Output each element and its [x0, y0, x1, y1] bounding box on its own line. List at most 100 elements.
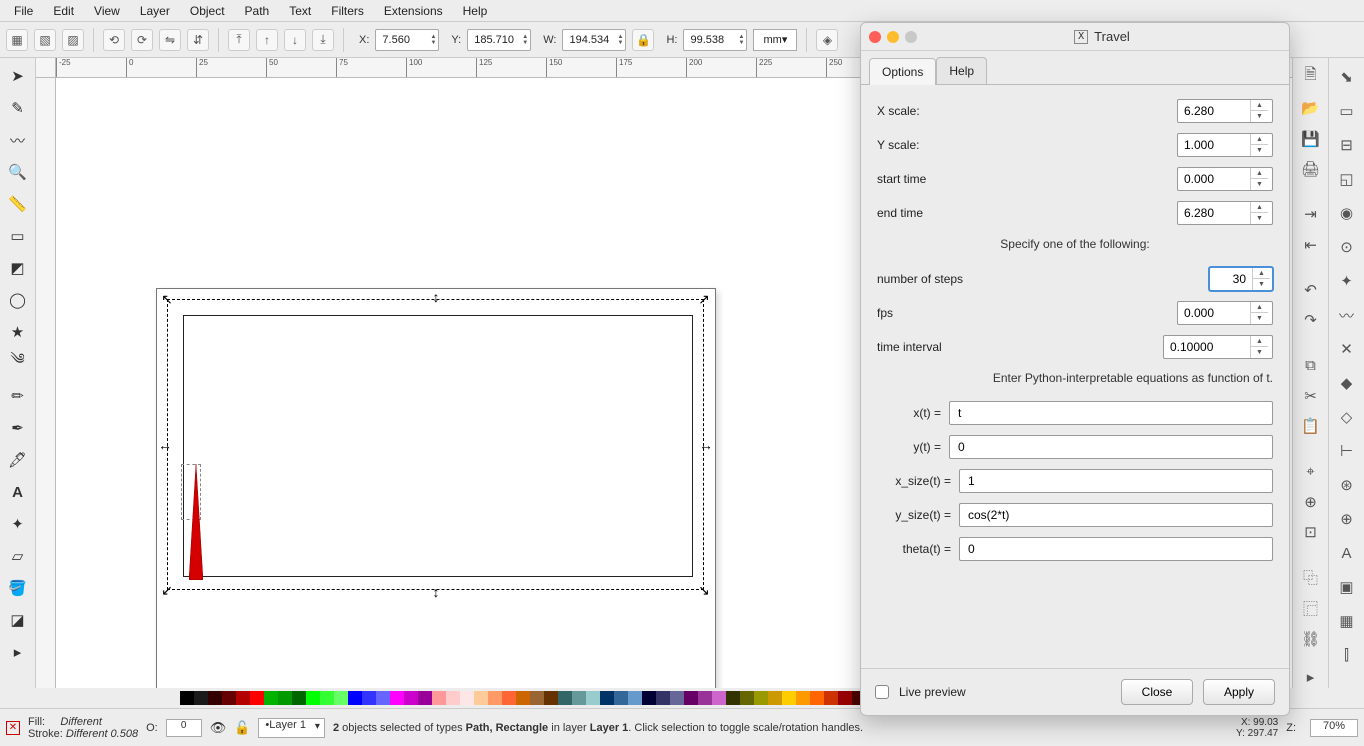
- rectangle-object[interactable]: [183, 315, 693, 577]
- fps-field[interactable]: ▲▼: [1177, 301, 1273, 325]
- snap-grid-icon[interactable]: ▦: [1334, 608, 1360, 634]
- swatch[interactable]: [810, 691, 824, 705]
- lower-bottom-icon[interactable]: ⤓: [312, 29, 334, 51]
- handle-e[interactable]: ↔: [700, 439, 712, 451]
- tweak-tool-icon[interactable]: 〰: [4, 126, 32, 154]
- swatch[interactable]: [614, 691, 628, 705]
- handle-n[interactable]: ↕: [430, 291, 442, 303]
- menu-text[interactable]: Text: [279, 2, 321, 20]
- handle-se[interactable]: ↘: [698, 584, 710, 596]
- raise-icon[interactable]: ↑: [256, 29, 278, 51]
- menu-object[interactable]: Object: [180, 2, 235, 20]
- handle-s[interactable]: ↕: [430, 586, 442, 598]
- fill-value[interactable]: Different: [60, 716, 102, 728]
- zoom-tool-icon[interactable]: 🔍: [4, 158, 32, 186]
- minimize-window-icon[interactable]: [887, 31, 899, 43]
- cut-icon[interactable]: ✂: [1298, 385, 1324, 407]
- spiral-tool-icon[interactable]: ༄: [4, 350, 32, 378]
- zoom-page-icon[interactable]: ⊡: [1298, 521, 1324, 543]
- swatch[interactable]: [292, 691, 306, 705]
- palette-swatches[interactable]: [180, 691, 880, 705]
- snap-line-mid-icon[interactable]: ⊢: [1334, 438, 1360, 464]
- layer-lock-icon[interactable]: 🔓: [234, 720, 250, 736]
- dialog-titlebar[interactable]: XTravel: [861, 23, 1289, 51]
- swatch[interactable]: [530, 691, 544, 705]
- swatch[interactable]: [488, 691, 502, 705]
- pencil-tool-icon[interactable]: ✏: [4, 382, 32, 410]
- start-time-field[interactable]: ▲▼: [1177, 167, 1273, 191]
- ysize-field[interactable]: [959, 503, 1273, 527]
- box3d-tool-icon[interactable]: ◩: [4, 254, 32, 282]
- snap-enable-icon[interactable]: ⬊: [1334, 64, 1360, 90]
- swatch[interactable]: [362, 691, 376, 705]
- swatch[interactable]: [782, 691, 796, 705]
- transform-affect-icon[interactable]: ◈: [816, 29, 838, 51]
- redo-icon[interactable]: ↷: [1298, 309, 1324, 331]
- w-field[interactable]: 194.534▲▼: [562, 29, 626, 51]
- swatch[interactable]: [684, 691, 698, 705]
- swatch[interactable]: [390, 691, 404, 705]
- snap-object-center-icon[interactable]: ⊛: [1334, 472, 1360, 498]
- bezier-tool-icon[interactable]: ✒: [4, 414, 32, 442]
- swatch[interactable]: [558, 691, 572, 705]
- swatch[interactable]: [446, 691, 460, 705]
- swatch[interactable]: [768, 691, 782, 705]
- swatch[interactable]: [502, 691, 516, 705]
- path-object[interactable]: [189, 464, 203, 580]
- yscale-field[interactable]: ▲▼: [1177, 133, 1273, 157]
- unlink-icon[interactable]: ⛓: [1298, 627, 1324, 649]
- swatch[interactable]: [726, 691, 740, 705]
- menu-help[interactable]: Help: [453, 2, 498, 20]
- measure-tool-icon[interactable]: 📏: [4, 190, 32, 218]
- rotate-ccw-icon[interactable]: ⟲: [103, 29, 125, 51]
- import-icon[interactable]: ⇥: [1298, 203, 1324, 225]
- swatch[interactable]: [824, 691, 838, 705]
- menu-path[interactable]: Path: [235, 2, 280, 20]
- snap-bbox-icon[interactable]: ▭: [1334, 98, 1360, 124]
- yt-field[interactable]: [949, 435, 1273, 459]
- menu-extensions[interactable]: Extensions: [374, 2, 453, 20]
- snap-node-icon[interactable]: ✦: [1334, 268, 1360, 294]
- swatch[interactable]: [698, 691, 712, 705]
- swatch[interactable]: [278, 691, 292, 705]
- opacity-field[interactable]: 0: [166, 719, 202, 737]
- paste-icon[interactable]: 📋: [1298, 415, 1324, 437]
- swatch[interactable]: [572, 691, 586, 705]
- swatch[interactable]: [250, 691, 264, 705]
- snap-edge-icon[interactable]: ⊟: [1334, 132, 1360, 158]
- expand-right-icon[interactable]: ▸: [1298, 666, 1324, 688]
- swatch[interactable]: [404, 691, 418, 705]
- swatch[interactable]: [208, 691, 222, 705]
- swatch[interactable]: [236, 691, 250, 705]
- swatch[interactable]: [418, 691, 432, 705]
- swatch[interactable]: [222, 691, 236, 705]
- swatch[interactable]: [460, 691, 474, 705]
- apply-button[interactable]: Apply: [1203, 679, 1275, 705]
- snap-page-icon[interactable]: ▣: [1334, 574, 1360, 600]
- swatch[interactable]: [586, 691, 600, 705]
- spray-tool-icon[interactable]: ✦: [4, 510, 32, 538]
- x-field[interactable]: 7.560▲▼: [375, 29, 439, 51]
- selector-tool-icon[interactable]: ➤: [4, 62, 32, 90]
- expand-tool-icon[interactable]: ▸: [4, 638, 32, 666]
- swatch[interactable]: [838, 691, 852, 705]
- swatch[interactable]: [754, 691, 768, 705]
- new-doc-icon[interactable]: 🗎: [1298, 64, 1324, 89]
- swatch[interactable]: [474, 691, 488, 705]
- theta-field[interactable]: [959, 537, 1273, 561]
- menu-filters[interactable]: Filters: [321, 2, 374, 20]
- swatch[interactable]: [628, 691, 642, 705]
- bucket-tool-icon[interactable]: 🪣: [4, 574, 32, 602]
- swatch[interactable]: [194, 691, 208, 705]
- end-time-field[interactable]: ▲▼: [1177, 201, 1273, 225]
- snap-midpoint-icon[interactable]: ◉: [1334, 200, 1360, 226]
- time-interval-field[interactable]: ▲▼: [1163, 335, 1273, 359]
- swatch[interactable]: [432, 691, 446, 705]
- lower-icon[interactable]: ↓: [284, 29, 306, 51]
- raise-top-icon[interactable]: ⤒: [228, 29, 250, 51]
- handle-sw[interactable]: ↙: [161, 584, 173, 596]
- close-window-icon[interactable]: [869, 31, 881, 43]
- swatch[interactable]: [516, 691, 530, 705]
- swatch[interactable]: [320, 691, 334, 705]
- rotate-cw-icon[interactable]: ⟳: [131, 29, 153, 51]
